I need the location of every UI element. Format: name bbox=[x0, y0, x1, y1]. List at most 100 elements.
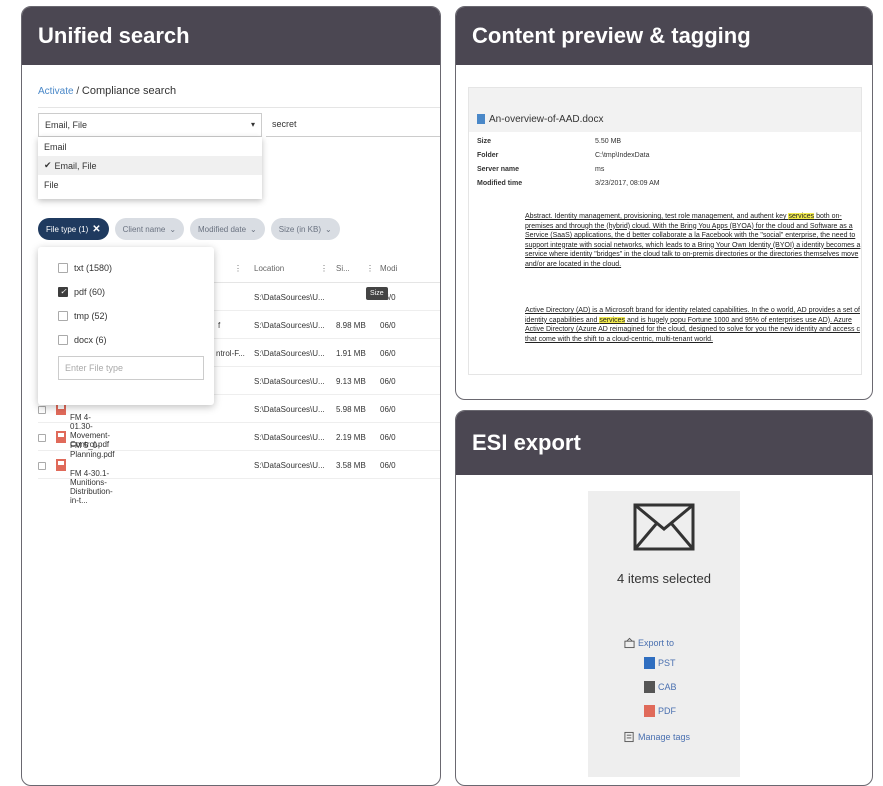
unified-search-panel: Unified search Activate / Compliance sea… bbox=[21, 6, 441, 786]
items-selected-count: 4 items selected bbox=[617, 571, 711, 586]
filter-option-pdf[interactable]: pdf (60) bbox=[58, 287, 105, 297]
column-header-size[interactable]: Si... bbox=[336, 264, 350, 273]
row-location: S:\DataSources\U... bbox=[254, 377, 325, 386]
table-row[interactable]: FM 5_0-Planning.pdf S:\DataSources\U... … bbox=[38, 423, 440, 459]
row-size: 3.58 MB bbox=[336, 461, 366, 470]
close-icon[interactable]: ✕ bbox=[92, 224, 100, 235]
scope-select[interactable]: Email, File ▾ bbox=[38, 113, 262, 137]
filter-option-docx[interactable]: docx (6) bbox=[58, 335, 107, 345]
chip-file-type[interactable]: File type (1) ✕ bbox=[38, 218, 109, 240]
row-modified: 06/0 bbox=[380, 349, 396, 358]
column-separator-icon[interactable]: ⋮ bbox=[366, 264, 374, 273]
filter-chips: File type (1) ✕ Client name ⌄ Modified dat… bbox=[38, 218, 340, 240]
size-tooltip: Size bbox=[366, 287, 388, 300]
breadcrumb-separator: / bbox=[76, 86, 80, 97]
chip-modified-date[interactable]: Modified date ⌄ bbox=[190, 218, 265, 240]
filter-option-tmp[interactable]: tmp (52) bbox=[58, 311, 108, 321]
document-preview: An-overview-of-AAD.docx Size 5.50 MB Fold… bbox=[468, 87, 862, 375]
checkbox[interactable] bbox=[58, 335, 68, 345]
pdf-icon bbox=[56, 459, 66, 471]
word-doc-icon bbox=[477, 114, 485, 124]
column-separator-icon[interactable]: ⋮ bbox=[320, 264, 328, 273]
checkbox[interactable] bbox=[58, 263, 68, 273]
row-checkbox[interactable] bbox=[38, 405, 46, 414]
row-modified: 06/0 bbox=[380, 433, 396, 442]
content-preview-panel: Content preview & tagging An-overview-of… bbox=[455, 6, 873, 400]
cab-archive-icon bbox=[644, 681, 655, 693]
prop-folder: Folder C:\tmp\IndexData bbox=[477, 152, 650, 159]
scope-dropdown-menu: Email ✔ Email, File File bbox=[38, 137, 262, 199]
export-options-box: 4 items selected Export to PST CAB PDF M… bbox=[588, 491, 740, 777]
row-size: 9.13 MB bbox=[336, 377, 366, 386]
prop-size: Size 5.50 MB bbox=[477, 138, 622, 145]
chevron-down-icon: ⌄ bbox=[324, 224, 332, 234]
row-location: S:\DataSources\U... bbox=[254, 293, 325, 302]
export-to-label: Export to bbox=[624, 637, 674, 649]
export-pst-button[interactable]: PST bbox=[644, 657, 676, 669]
breadcrumb: Activate / Compliance search bbox=[38, 85, 176, 97]
preview-paragraph-1: Abstract. Identity management, provision… bbox=[525, 213, 861, 268]
envelope-icon bbox=[633, 503, 695, 551]
chevron-down-icon: ⌄ bbox=[250, 224, 257, 234]
row-modified: 06/0 bbox=[380, 377, 396, 386]
row-location: S:\DataSources\U... bbox=[254, 433, 325, 442]
preview-header-bar bbox=[469, 88, 861, 106]
column-separator-icon[interactable]: ⋮ bbox=[234, 264, 242, 273]
row-name: FM 4-30.1-Munitions-Distribution-in-t... bbox=[70, 469, 113, 505]
column-header-modified[interactable]: Modi bbox=[380, 264, 397, 273]
scope-select-value: Email, File bbox=[45, 120, 88, 130]
chip-size[interactable]: Size (in KB) ⌄ bbox=[270, 218, 340, 240]
scope-option-file[interactable]: File bbox=[38, 175, 262, 194]
chevron-down-icon: ⌄ bbox=[169, 224, 177, 234]
file-type-input[interactable]: Enter File type bbox=[58, 356, 204, 380]
breadcrumb-current: Compliance search bbox=[81, 85, 177, 97]
unified-search-title: Unified search bbox=[22, 7, 440, 65]
checkbox[interactable] bbox=[58, 311, 68, 321]
search-highlight: services bbox=[788, 213, 815, 220]
scope-option-email[interactable]: Email bbox=[38, 137, 262, 156]
check-icon: ✔ bbox=[44, 160, 52, 170]
search-highlight: services bbox=[599, 316, 626, 324]
export-icon bbox=[624, 637, 635, 649]
file-type-filter-popup: txt (1580) pdf (60) tmp (52) docx (6) En… bbox=[38, 247, 214, 405]
row-size: 1.91 MB bbox=[336, 349, 366, 358]
row-modified: 06/0 bbox=[380, 405, 396, 414]
breadcrumb-link-activate[interactable]: Activate bbox=[38, 86, 74, 97]
document-title: An-overview-of-AAD.docx bbox=[469, 106, 861, 132]
checkbox-checked[interactable] bbox=[58, 287, 68, 297]
tag-icon bbox=[624, 731, 634, 743]
chevron-down-icon: ▾ bbox=[250, 120, 255, 129]
filter-option-txt[interactable]: txt (1580) bbox=[58, 263, 112, 273]
row-modified: 06/0 bbox=[380, 461, 396, 470]
row-location: S:\DataSources\U... bbox=[254, 461, 325, 470]
column-header-location[interactable]: Location bbox=[254, 264, 284, 273]
content-preview-title: Content preview & tagging bbox=[456, 7, 872, 65]
row-location: S:\DataSources\U... bbox=[254, 321, 325, 330]
divider bbox=[38, 107, 440, 108]
table-row[interactable]: FM 4-30.1-Munitions-Distribution-in-t...… bbox=[38, 451, 440, 505]
row-size: 8.98 MB bbox=[336, 321, 366, 330]
chip-client-name[interactable]: Client name ⌄ bbox=[114, 218, 185, 240]
export-pdf-button[interactable]: PDF bbox=[644, 705, 676, 717]
export-cab-button[interactable]: CAB bbox=[644, 681, 677, 693]
row-name: ntrol-F... bbox=[216, 349, 245, 358]
row-checkbox[interactable] bbox=[38, 433, 46, 442]
row-name: f bbox=[218, 321, 221, 330]
prop-modified: Modified time 3/23/2017, 08:09 AM bbox=[477, 180, 660, 187]
row-modified: 06/0 bbox=[380, 321, 396, 330]
search-input[interactable]: secret bbox=[266, 113, 440, 137]
row-location: S:\DataSources\U... bbox=[254, 405, 325, 414]
row-location: S:\DataSources\U... bbox=[254, 349, 325, 358]
manage-tags-button[interactable]: Manage tags bbox=[624, 731, 690, 743]
pdf-icon bbox=[644, 705, 655, 717]
prop-server: Server name ms bbox=[477, 166, 605, 173]
row-size: 5.98 MB bbox=[336, 405, 366, 414]
scope-option-email-file[interactable]: ✔ Email, File bbox=[38, 156, 262, 175]
esi-export-panel: ESI export 4 items selected Export to PS… bbox=[455, 410, 873, 786]
row-size: 2.19 MB bbox=[336, 433, 366, 442]
outlook-pst-icon bbox=[644, 657, 655, 669]
row-checkbox[interactable] bbox=[38, 461, 46, 470]
esi-export-title: ESI export bbox=[456, 411, 872, 475]
preview-paragraph-2: Active Directory (AD) is a Microsoft bra… bbox=[525, 307, 861, 343]
pdf-icon bbox=[56, 431, 66, 443]
